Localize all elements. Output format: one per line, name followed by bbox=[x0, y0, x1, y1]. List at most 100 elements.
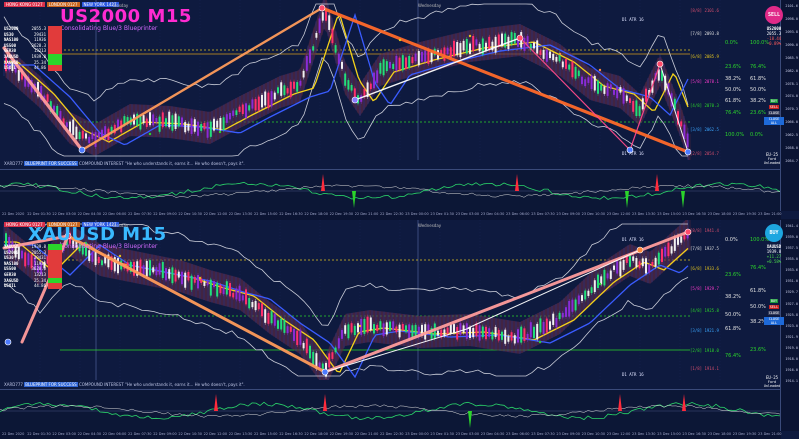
buy-button[interactable]: BUY bbox=[769, 99, 779, 103]
candle-body bbox=[491, 331, 494, 340]
candle-body bbox=[235, 288, 238, 300]
price-tick: 2093.8 bbox=[785, 29, 798, 34]
time-tick: 23 Dec 03:00 bbox=[455, 432, 480, 436]
time-tick: 22 Dec 22:30 bbox=[380, 212, 404, 216]
signal-dot bbox=[118, 254, 122, 258]
candle-body bbox=[651, 261, 654, 266]
candle-body bbox=[149, 260, 151, 276]
candle-body bbox=[478, 325, 481, 341]
candle-body bbox=[257, 96, 260, 111]
candle-body bbox=[299, 329, 302, 345]
murrey-level-5: [5/8] 2078.1 bbox=[690, 79, 719, 84]
candle-body bbox=[251, 99, 254, 109]
candle-body bbox=[213, 281, 215, 288]
session-hongkong: HONG KONG 0127 bbox=[4, 222, 45, 227]
candle-body bbox=[654, 257, 657, 267]
candle-body bbox=[405, 57, 407, 69]
candle-body bbox=[309, 345, 311, 359]
candle-body bbox=[462, 325, 465, 333]
fib-pct: 76.4% bbox=[750, 265, 766, 271]
time-tick: 22 Dec 15:00 bbox=[254, 432, 278, 436]
candle-body bbox=[267, 312, 270, 324]
watchlist-strength-bar bbox=[48, 283, 62, 289]
chart-window-xauusd[interactable]: XAUUSD M15 Consolidating Blue/3 Blueprin… bbox=[0, 220, 799, 439]
candle-body bbox=[251, 301, 254, 308]
signal-badge-buy[interactable]: BUY bbox=[765, 224, 783, 242]
pivot-marker bbox=[4, 338, 12, 346]
candle-body bbox=[321, 12, 324, 21]
candle-body bbox=[184, 272, 187, 288]
signal-badge-sell[interactable]: SELL bbox=[765, 6, 783, 24]
candle-body bbox=[453, 324, 455, 334]
candle-body bbox=[638, 106, 641, 117]
candle-body bbox=[331, 28, 334, 44]
candle-body bbox=[670, 246, 673, 254]
candle-body bbox=[536, 40, 539, 54]
candle-body bbox=[248, 297, 251, 309]
watchlist-row[interactable]: USOIL 44.86 bbox=[4, 65, 64, 71]
sell-button[interactable]: SELL bbox=[768, 105, 780, 109]
sell-button[interactable]: SELL bbox=[768, 305, 780, 309]
candle-body bbox=[622, 88, 625, 104]
candle-body bbox=[257, 303, 260, 310]
time-tick: 23 Dec 04:30 bbox=[480, 212, 505, 216]
candle-body bbox=[209, 279, 212, 296]
candle-body bbox=[203, 281, 206, 286]
signal-dot bbox=[558, 52, 562, 56]
murrey-level-3: [3/8] 1921.9 bbox=[690, 328, 719, 333]
time-tick: 22 Dec 09:00 bbox=[153, 212, 177, 216]
candle-body bbox=[510, 32, 513, 45]
murrey-level-2: [2/8] 1918.0 bbox=[690, 348, 719, 353]
candle-body bbox=[587, 77, 590, 83]
candle-body bbox=[507, 336, 510, 342]
candle-body bbox=[680, 236, 683, 243]
pivot-marker bbox=[321, 368, 329, 376]
candle-body bbox=[101, 129, 103, 138]
close-all-button[interactable]: CLOSE ALL bbox=[764, 117, 784, 125]
time-tick: 23 Dec 03:00 bbox=[455, 212, 480, 216]
candle-body bbox=[168, 111, 171, 128]
candle-body bbox=[280, 82, 283, 96]
candle-body bbox=[232, 110, 235, 116]
fib-pct: 61.8% bbox=[725, 326, 741, 332]
fib-pct: 76.4% bbox=[725, 353, 741, 359]
atr-label: D1 ATR 16 bbox=[622, 372, 644, 377]
price-tick: 1914.1 bbox=[785, 379, 798, 383]
candle-body bbox=[437, 330, 439, 336]
candle-body bbox=[94, 132, 97, 147]
candle-body bbox=[161, 262, 164, 278]
candle-body bbox=[520, 326, 523, 343]
candle-body bbox=[97, 132, 100, 138]
candle-body bbox=[286, 326, 289, 334]
candle-body bbox=[395, 326, 398, 333]
candle-body bbox=[587, 290, 590, 296]
close-all-button[interactable]: CLOSE ALL bbox=[764, 317, 784, 325]
oscillator-subwindow[interactable] bbox=[0, 389, 781, 432]
close-button[interactable]: CLOSE bbox=[767, 111, 781, 115]
candle-body bbox=[277, 320, 279, 329]
buy-button[interactable]: BUY bbox=[769, 299, 779, 303]
candle-body bbox=[344, 325, 347, 334]
candle-body bbox=[661, 248, 663, 262]
close-button[interactable]: CLOSE bbox=[767, 311, 781, 315]
candle-body bbox=[625, 95, 628, 102]
clock-label: Ford Unleaded bbox=[763, 380, 781, 388]
candle-body bbox=[17, 69, 20, 81]
candle-body bbox=[449, 47, 452, 58]
candle-body bbox=[145, 260, 148, 277]
murrey-level-4: [4/8] 1925.8 bbox=[690, 308, 719, 313]
candle-body bbox=[350, 323, 353, 333]
candle-body bbox=[315, 32, 318, 38]
signal-dot bbox=[468, 34, 472, 38]
candle-body bbox=[88, 250, 91, 262]
candle-body bbox=[609, 270, 612, 279]
candle-body bbox=[478, 43, 481, 52]
candle-body bbox=[488, 36, 491, 51]
watchlist-row[interactable]: USOIL 44.86 bbox=[4, 283, 64, 289]
candle-body bbox=[533, 326, 535, 339]
candle-body bbox=[561, 312, 564, 318]
time-tick: 23 Dec 18:00 bbox=[707, 432, 732, 436]
chart-window-us2000[interactable]: US2000 M15 Consolidating Blue/3 Blueprin… bbox=[0, 0, 799, 219]
oscillator-subwindow[interactable] bbox=[0, 169, 781, 212]
clock-panel: EU-25 Ford Unleaded bbox=[762, 152, 782, 165]
